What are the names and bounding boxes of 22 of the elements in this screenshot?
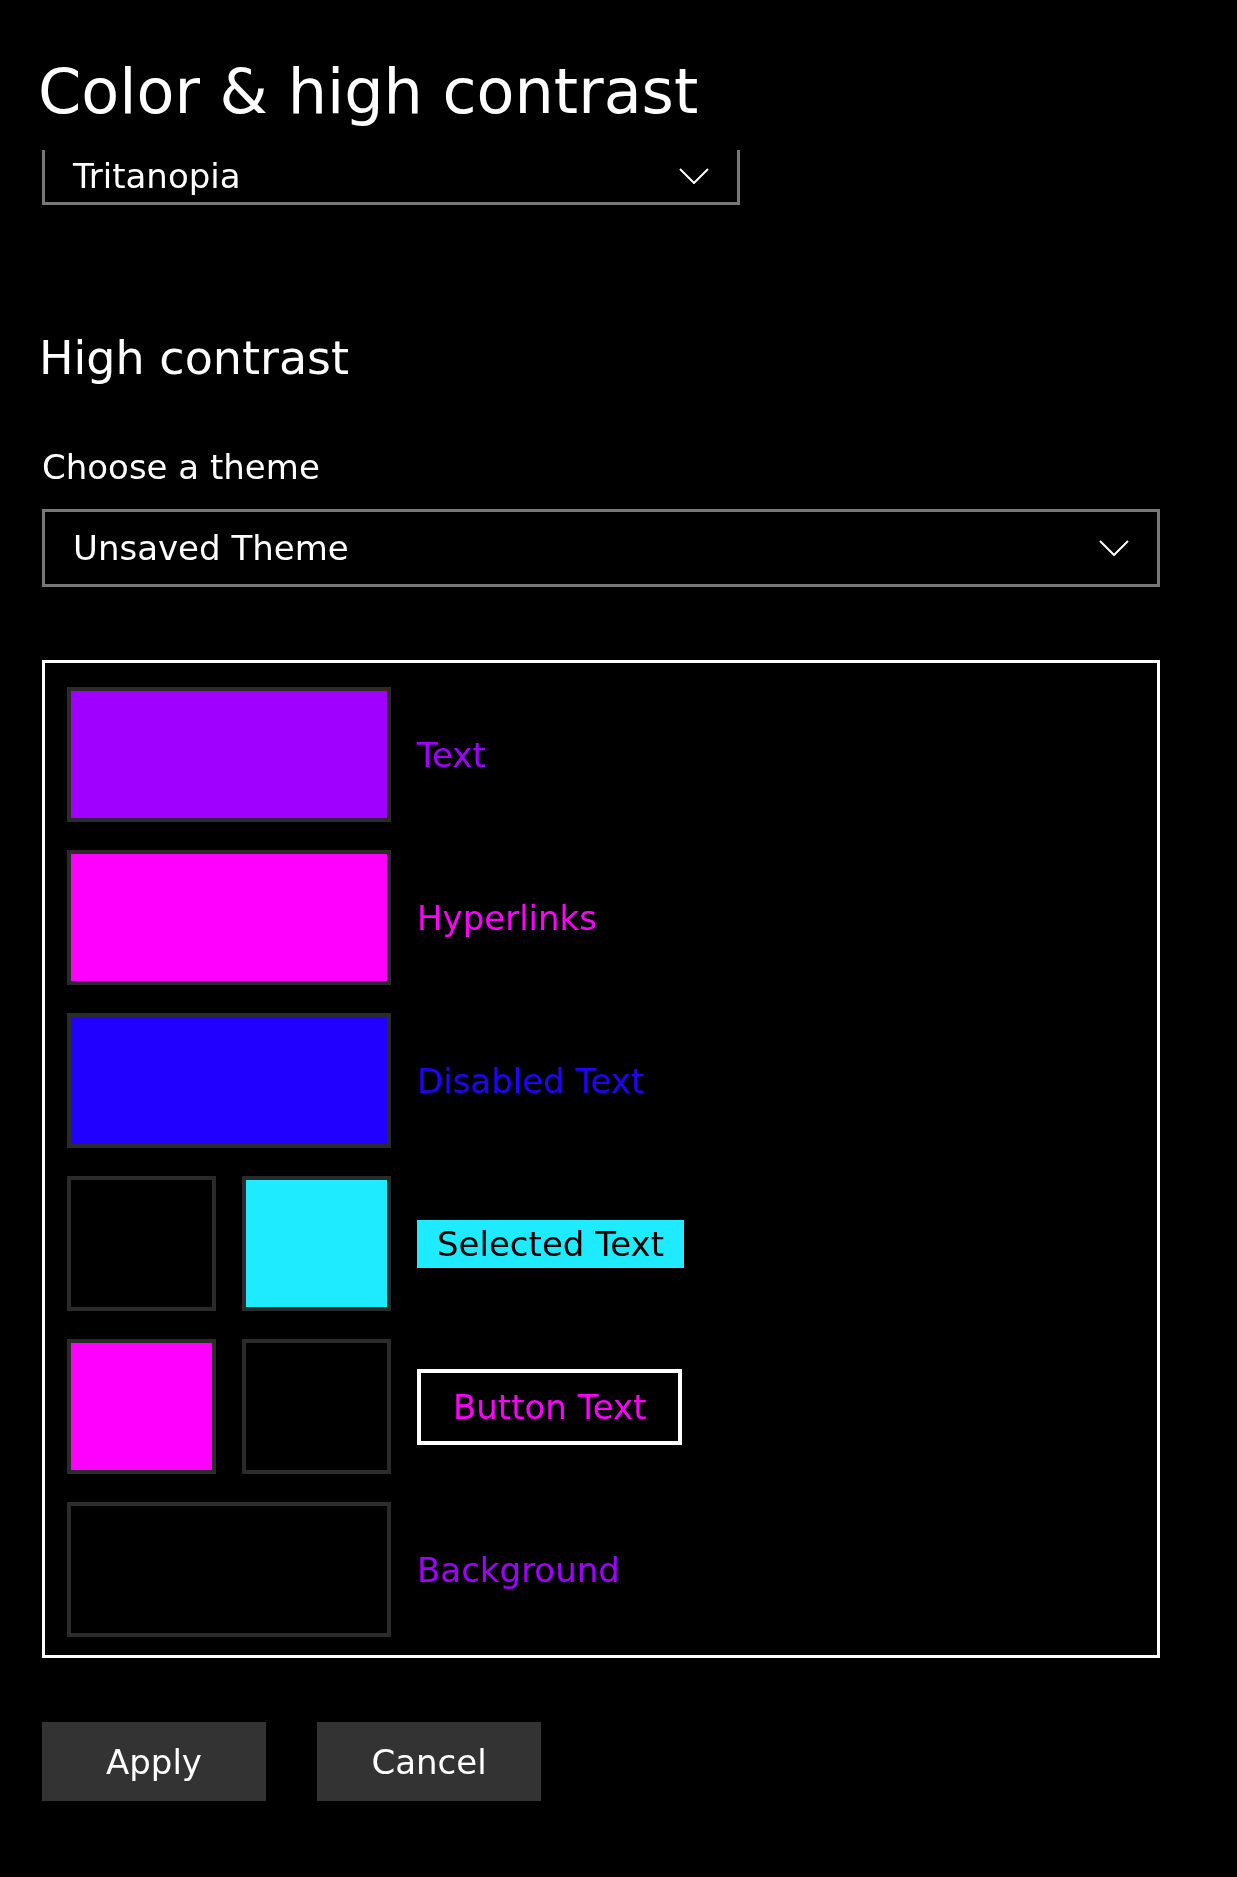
color-swatch[interactable] [67,1339,216,1474]
color-label: Background [417,1549,620,1590]
apply-button[interactable]: Apply [42,1722,266,1801]
color-swatch[interactable] [242,1176,391,1311]
color-label: Text [417,734,486,775]
color-label: Disabled Text [417,1060,645,1101]
color-filter-dropdown[interactable]: Tritanopia [42,150,740,205]
color-swatch[interactable] [67,850,391,985]
chevron-down-icon [679,168,709,184]
section-heading: High contrast [39,331,351,385]
color-swatch[interactable] [67,1176,216,1311]
button-text-sample: Button Text [417,1368,683,1445]
theme-dropdown[interactable]: Unsaved Theme [42,509,1160,587]
color-swatch[interactable] [67,1502,391,1637]
selected-text-sample: Selected Text [417,1219,684,1268]
cancel-button[interactable]: Cancel [317,1722,541,1801]
theme-label: Choose a theme [42,447,321,487]
chevron-down-icon [1099,540,1129,556]
color-swatch[interactable] [242,1339,391,1474]
color-swatch[interactable] [67,1013,391,1148]
color-swatch[interactable] [67,687,391,822]
color-label: Hyperlinks [417,897,597,938]
